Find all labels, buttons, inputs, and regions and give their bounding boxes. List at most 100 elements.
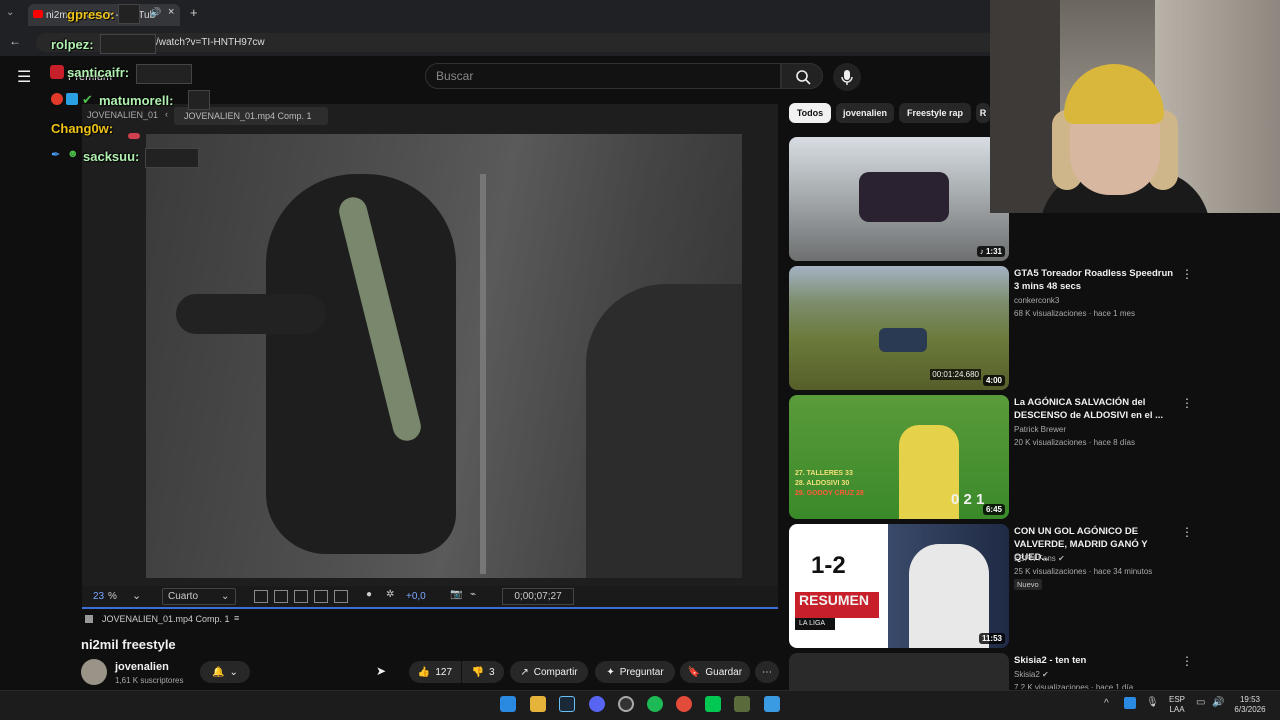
resolution-select[interactable]: Cuarto ⌄ [162, 588, 236, 605]
dark-curtain [990, 0, 1060, 213]
share-label: Compartir [533, 666, 578, 678]
resolution-value: Cuarto [168, 591, 199, 602]
recommendation-thumbnail[interactable]: 27. TALLERES 33 28. ALDOSIVI 30 29. GODO… [789, 395, 1009, 519]
recommendation-meta: 25 K visualizaciones · hace 34 minutos [1014, 567, 1153, 576]
exposure-value[interactable]: +0,0 [406, 591, 426, 602]
standings-overlay: 27. TALLERES 33 28. ALDOSIVI 30 29. GODO… [795, 470, 864, 497]
chip-jovenalien[interactable]: jovenalien [836, 103, 894, 123]
notepad-icon[interactable] [764, 696, 780, 712]
chip-todos[interactable]: Todos [789, 103, 831, 123]
tray-app-icon[interactable] [1124, 697, 1136, 709]
recommendation-title[interactable]: GTA5 Toreador Roadless Speedrun 3 mins 4… [1014, 267, 1174, 293]
recommendation-channel[interactable]: Patrick Brewer [1014, 423, 1066, 436]
windows-start-icon[interactable] [500, 696, 516, 712]
recommendation-thumbnail[interactable]: 00:01:24.680 4:00 [789, 266, 1009, 390]
grid-icon[interactable] [334, 590, 348, 603]
minecraft-icon[interactable] [734, 696, 750, 712]
editor-toolbar: 23 % ⌄ Cuarto ⌄ ● ✲ +0,0 📷 ⌁ 0;00;07;27 [82, 586, 778, 608]
voice-search-button[interactable] [833, 63, 861, 91]
chip-freestyle-rap[interactable]: Freestyle rap [899, 103, 971, 123]
guides-icon[interactable] [314, 590, 328, 603]
summary-banner: RESUMEN [795, 592, 879, 618]
more-options-icon[interactable]: ⋮ [1181, 654, 1193, 668]
language-indicator[interactable]: ESP LAA [1165, 695, 1189, 715]
back-icon[interactable]: ← [9, 34, 21, 48]
save-label: Guardar [705, 666, 743, 678]
recommendation-channel[interactable]: conkerconk3 [1014, 294, 1059, 307]
share-icon: ↗ [520, 666, 529, 678]
chrome-icon[interactable] [676, 696, 692, 712]
more-options-icon[interactable]: ⋮ [1181, 396, 1193, 410]
composition-label[interactable]: JOVENALIEN_01.mp4 Comp. 1 [102, 614, 230, 624]
region-icon[interactable] [254, 590, 268, 603]
recommendation-thumbnail[interactable]: 1-2 RESUMEN LA LIGA 11:53 [789, 524, 1009, 648]
sparkle-icon: ✦ [606, 666, 615, 678]
channel-name[interactable]: jovenalien [115, 661, 169, 673]
chat-username: rolpez: [51, 37, 94, 52]
arm-silhouette [176, 294, 326, 334]
chat-emote [188, 90, 210, 110]
recommendation-title[interactable]: La AGÓNICA SALVACIÓN del DESCENSO de ALD… [1014, 396, 1174, 422]
chat-emote [118, 4, 140, 24]
recommendation-thumbnail[interactable] [789, 653, 1009, 690]
bookmark-icon: 🔖 [687, 666, 701, 678]
like-button[interactable]: 👍 127 [409, 661, 461, 683]
panel-menu-icon[interactable]: ≡ [234, 613, 239, 623]
url-field[interactable]: /watch?v=TI-HNTH97cw [36, 33, 996, 52]
clock[interactable]: 19:53 6/3/2026 [1228, 695, 1272, 715]
network-icon[interactable]: ▭ [1196, 697, 1205, 708]
recommendation-channel[interactable]: ESPN Fans ✔ [1014, 552, 1065, 565]
speaker-icon[interactable]: 🔊 [150, 7, 161, 18]
show-snapshot-icon[interactable]: ⌁ [470, 589, 476, 600]
mask-icon[interactable] [294, 590, 308, 603]
composition-bar: JOVENALIEN_01.mp4 Comp. 1 ≡ [82, 611, 778, 629]
more-options-icon[interactable]: ⋮ [1181, 525, 1193, 539]
score-overlay: 0 2 1 [951, 491, 985, 508]
tab-list-icon[interactable]: ⌄ [6, 7, 14, 18]
more-options-icon[interactable]: ⋮ [1181, 267, 1193, 281]
microphone-tray-icon[interactable]: 🎙 [1146, 697, 1159, 708]
chat-emote [145, 148, 199, 168]
obs-icon[interactable] [618, 696, 634, 712]
zoom-dropdown-icon[interactable]: ⌄ [132, 589, 141, 602]
discord-icon[interactable] [589, 696, 605, 712]
timecode-field[interactable]: 0;00;07;27 [502, 588, 574, 605]
more-actions-button[interactable]: ⋯ [755, 661, 779, 683]
steam-icon[interactable] [559, 696, 575, 712]
transparency-grid-icon[interactable] [274, 590, 288, 603]
color-channel-icon[interactable]: ● [366, 589, 372, 600]
spotify-icon[interactable] [647, 696, 663, 712]
recommendation-channel[interactable]: Skisia2 ✔ [1014, 668, 1049, 681]
file-explorer-icon[interactable] [530, 696, 546, 712]
verified-icon: ✔ [1058, 554, 1065, 563]
video-duration: 11:53 [978, 633, 1005, 644]
recommendation-title[interactable]: Skisia2 - ten ten [1014, 654, 1174, 667]
zoom-value[interactable]: 23 [93, 591, 104, 602]
channel-avatar[interactable] [81, 659, 107, 685]
chat-badge-icon: ☻ [67, 148, 79, 160]
recommendation-thumbnail[interactable]: ♪ 1:31 [789, 137, 1009, 261]
chat-emote [100, 34, 156, 54]
ask-button[interactable]: ✦ Preguntar [595, 661, 675, 683]
show-hidden-icons[interactable]: ^ [1104, 698, 1109, 709]
chat-username: sacksuu: [83, 149, 140, 164]
search-button[interactable] [781, 63, 823, 89]
chip-more[interactable]: R [976, 103, 990, 123]
car-shape [879, 328, 927, 352]
chevron-left-icon[interactable]: ‹ [165, 109, 168, 119]
camera-snapshot-icon[interactable]: 📷 [450, 589, 462, 600]
search-input[interactable]: Buscar [425, 63, 781, 89]
exposure-icon[interactable]: ✲ [386, 589, 394, 600]
share-button[interactable]: ↗ Compartir [510, 661, 588, 683]
streaming-app-icon[interactable] [705, 696, 721, 712]
volume-icon[interactable]: 🔊 [1212, 697, 1224, 708]
video-title: ni2mil freestyle [81, 637, 176, 652]
dislike-button[interactable]: 👎 3 [462, 661, 504, 683]
video-frame[interactable] [146, 134, 742, 578]
save-button[interactable]: 🔖 Guardar [680, 661, 750, 683]
close-tab-icon[interactable]: × [168, 6, 174, 18]
menu-icon[interactable]: ☰ [17, 67, 31, 87]
subscription-bell-button[interactable]: 🔔 ⌄ [200, 661, 250, 683]
recommendation-meta: 20 K visualizaciones · hace 8 días [1014, 438, 1135, 447]
new-tab-icon[interactable]: + [190, 5, 198, 20]
